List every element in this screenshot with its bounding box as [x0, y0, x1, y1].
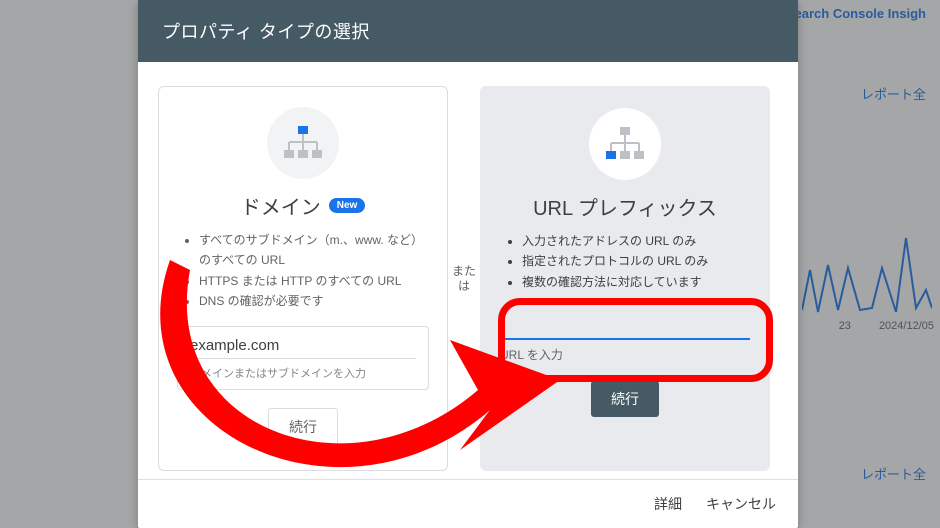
cancel-button[interactable]: キャンセル [706, 494, 776, 514]
input-underline [190, 358, 416, 359]
new-badge: New [329, 198, 366, 213]
or-separator: また は [448, 264, 480, 293]
url-prefix-input[interactable] [500, 308, 750, 338]
url-prefix-input-helper: URL を入力 [500, 346, 750, 363]
domain-bullets: すべてのサブドメイン（m.、www. など）のすべての URL HTTPS また… [177, 230, 429, 312]
domain-bullet: すべてのサブドメイン（m.、www. など）のすべての URL [199, 230, 429, 271]
domain-card-title-row: ドメイン New [241, 191, 366, 220]
domain-card-title: ドメイン [241, 191, 321, 220]
domain-card[interactable]: ドメイン New すべてのサブドメイン（m.、www. など）のすべての URL… [158, 86, 448, 471]
url-prefix-bullets: 入力されたアドレスの URL のみ 指定されたプロトコルの URL のみ 複数の… [500, 231, 750, 292]
sitemap-icon [267, 107, 339, 179]
input-underline [500, 338, 750, 340]
domain-bullet: DNS の確認が必要です [199, 291, 429, 311]
domain-input-wrap: ドメインまたはサブドメインを入力 [177, 326, 429, 390]
url-prefix-card[interactable]: URL プレフィックス 入力されたアドレスの URL のみ 指定されたプロトコル… [480, 86, 770, 471]
domain-continue-button[interactable]: 続行 [268, 408, 338, 446]
detail-link[interactable]: 詳細 [654, 494, 682, 514]
modal-title: プロパティ タイプの選択 [138, 0, 798, 62]
or-sep-a: また [448, 264, 480, 278]
url-prefix-bullet: 複数の確認方法に対応しています [522, 272, 750, 292]
property-type-modal: プロパティ タイプの選択 ドメイン New [138, 0, 798, 528]
or-sep-b: は [448, 279, 480, 293]
domain-input-helper: ドメインまたはサブドメインを入力 [190, 365, 416, 381]
url-prefix-input-wrap: URL を入力 [500, 308, 750, 363]
url-prefix-bullet: 指定されたプロトコルの URL のみ [522, 251, 750, 271]
url-prefix-card-title: URL プレフィックス [533, 192, 717, 221]
domain-input[interactable] [190, 337, 416, 354]
domain-bullet: HTTPS または HTTP のすべての URL [199, 271, 429, 291]
modal-body: ドメイン New すべてのサブドメイン（m.、www. など）のすべての URL… [138, 62, 798, 479]
sitemap-icon [589, 108, 661, 180]
url-prefix-bullet: 入力されたアドレスの URL のみ [522, 231, 750, 251]
modal-footer: 詳細 キャンセル [138, 479, 798, 528]
url-prefix-continue-button[interactable]: 続行 [591, 381, 659, 417]
